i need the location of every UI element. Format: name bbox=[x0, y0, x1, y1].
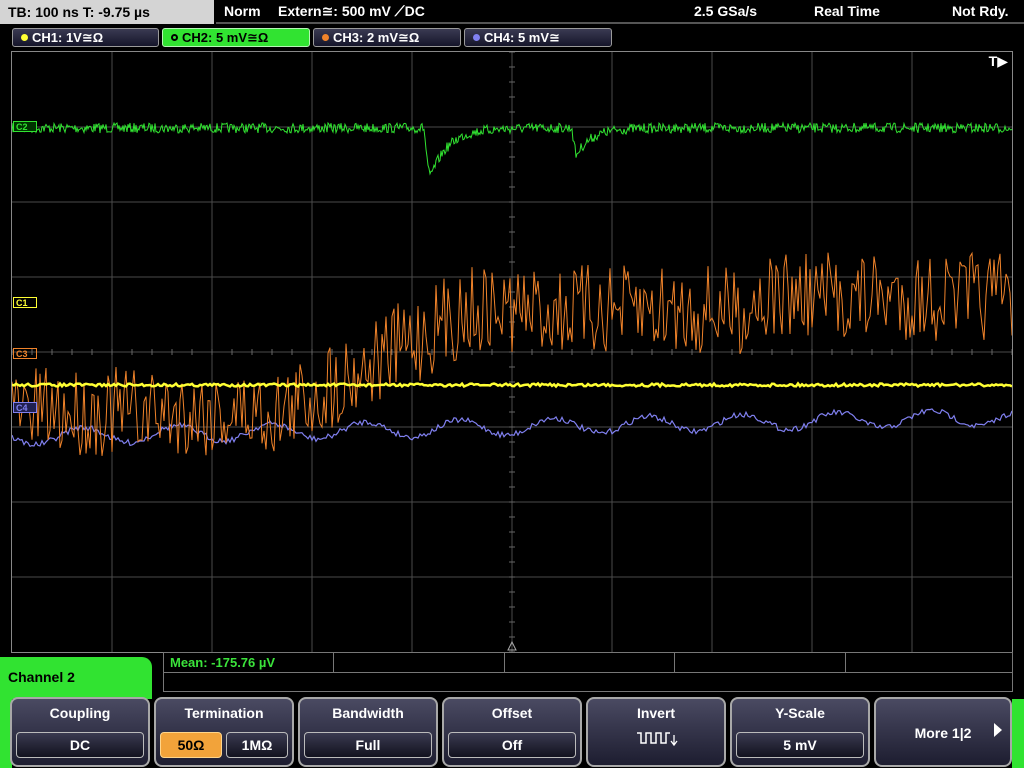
yscale-value[interactable]: 5 mV bbox=[736, 732, 864, 758]
ch3-offset-marker[interactable]: C3 bbox=[13, 348, 37, 359]
invert-title: Invert bbox=[636, 705, 676, 721]
mean-measurement: Mean: -175.76 µV bbox=[170, 655, 276, 670]
coupling-title: Coupling bbox=[49, 705, 111, 721]
next-arrow-icon bbox=[994, 723, 1002, 737]
ch4-dot-icon bbox=[473, 34, 480, 41]
timebase-readout[interactable]: TB: 100 ns T: -9.75 µs bbox=[0, 0, 214, 24]
more-softkey[interactable]: More 1|2 bbox=[874, 697, 1012, 767]
offset-title: Offset bbox=[491, 705, 533, 721]
square-wave-icon bbox=[637, 732, 678, 747]
graticule bbox=[12, 52, 1012, 652]
tab-channel-1[interactable]: CH1: 1V≅Ω bbox=[12, 28, 159, 47]
termination-50ohm-option[interactable]: 50Ω bbox=[160, 732, 222, 758]
tab-channel-2[interactable]: CH2: 5 mV≅Ω bbox=[162, 28, 310, 47]
ch2-offset-marker[interactable]: C2 bbox=[13, 121, 37, 132]
bandwidth-softkey[interactable]: Bandwidth Full bbox=[298, 697, 438, 767]
more-title: More 1|2 bbox=[914, 725, 972, 741]
ch2-label: CH2: 5 mV≅Ω bbox=[182, 30, 269, 45]
bandwidth-title: Bandwidth bbox=[332, 705, 404, 721]
trigger-mode: Norm bbox=[224, 3, 261, 19]
yscale-softkey[interactable]: Y-Scale 5 mV bbox=[730, 697, 870, 767]
trigger-status-bar[interactable]: Norm Extern≅: 500 mV ⟋DC 2.5 GSa/s Real … bbox=[216, 0, 1024, 24]
offset-value[interactable]: Off bbox=[448, 732, 576, 758]
tab-channel-3[interactable]: CH3: 2 mV≅Ω bbox=[313, 28, 461, 47]
ch2-dot-icon bbox=[171, 34, 178, 41]
ch4-offset-marker[interactable]: C4 bbox=[13, 402, 37, 413]
menu-title: Channel 2 bbox=[0, 657, 152, 699]
trigger-position-marker[interactable]: T▶ bbox=[989, 53, 1008, 70]
ch1-offset-marker[interactable]: C1 bbox=[13, 297, 37, 308]
coupling-value[interactable]: DC bbox=[16, 732, 144, 758]
invert-softkey[interactable]: Invert bbox=[586, 697, 726, 767]
menu-frame-right bbox=[1012, 699, 1024, 768]
termination-title: Termination bbox=[184, 705, 264, 721]
coupling-softkey[interactable]: Coupling DC bbox=[10, 697, 150, 767]
sample-rate: 2.5 GSa/s bbox=[694, 3, 758, 19]
offset-softkey[interactable]: Offset Off bbox=[442, 697, 582, 767]
ch3-dot-icon bbox=[322, 34, 329, 41]
acquisition-state: Not Rdy. bbox=[952, 3, 1009, 19]
termination-softkey[interactable]: Termination 50Ω 1MΩ bbox=[154, 697, 294, 767]
trigger-source: Extern≅: 500 mV ⟋DC bbox=[278, 3, 425, 19]
tab-channel-4[interactable]: CH4: 5 mV≅ bbox=[464, 28, 612, 47]
measurement-panel: Mean: -175.76 µV bbox=[163, 652, 1013, 692]
termination-1mohm-option[interactable]: 1MΩ bbox=[226, 732, 288, 758]
bandwidth-value[interactable]: Full bbox=[304, 732, 432, 758]
ch1-dot-icon bbox=[21, 34, 28, 41]
ch1-label: CH1: 1V≅Ω bbox=[32, 30, 104, 45]
ch3-label: CH3: 2 mV≅Ω bbox=[333, 30, 420, 45]
waveform-display[interactable]: T▶ C2 C1 C3 C4 bbox=[11, 51, 1013, 653]
yscale-title: Y-Scale bbox=[775, 705, 825, 721]
acquisition-mode: Real Time bbox=[814, 3, 880, 19]
ch4-label: CH4: 5 mV≅ bbox=[484, 30, 560, 45]
